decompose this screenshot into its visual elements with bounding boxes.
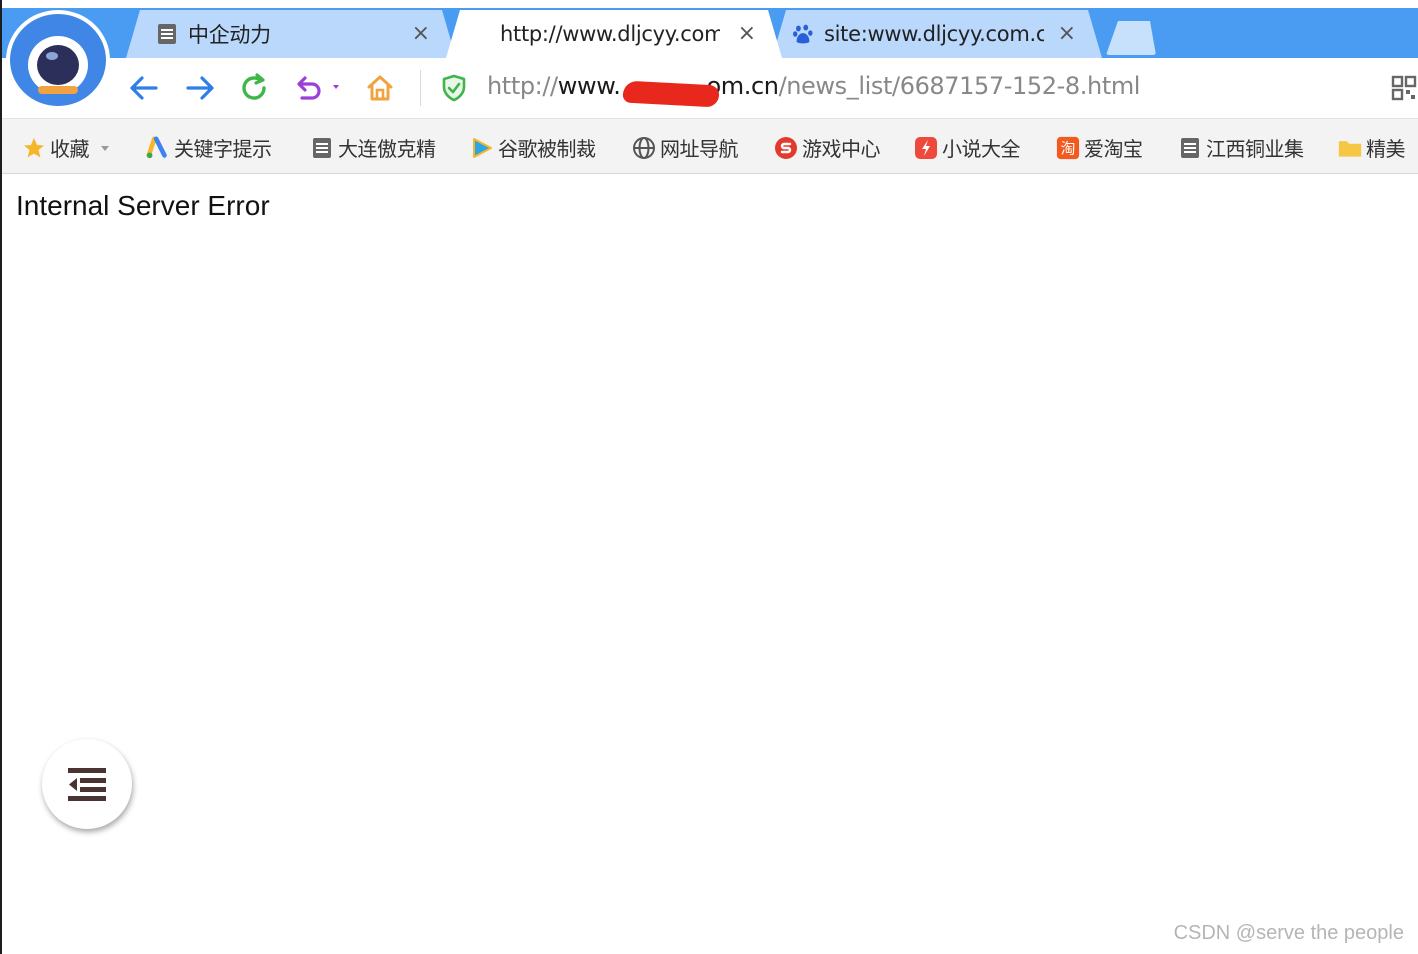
home-icon: [367, 75, 393, 101]
bookmark-favorites[interactable]: 收藏: [22, 133, 111, 162]
bookmark-dalian[interactable]: 大连傲克精: [310, 133, 436, 162]
toolbar-separator: [420, 70, 421, 106]
bookmark-jiangxi-copper[interactable]: 江西铜业集: [1178, 133, 1304, 162]
window-top-edge: [0, 0, 1418, 8]
play-icon: [470, 136, 494, 160]
arrow-left-icon: [130, 76, 158, 100]
tab-strip: 中企动力 × site:www.dljcyy.com.cn × http://w…: [0, 8, 1418, 58]
undo-icon: [297, 76, 339, 100]
google-ads-icon: [146, 135, 170, 160]
qr-code-button[interactable]: [1390, 70, 1418, 106]
game-icon: [774, 136, 798, 160]
watermark: CSDN @serve the people: [1173, 922, 1404, 944]
forward-button[interactable]: [182, 70, 218, 106]
bookmark-ai-taobao[interactable]: 淘 爱淘宝: [1056, 133, 1143, 162]
bookmark-game-center[interactable]: 游戏中心: [774, 133, 881, 162]
security-shield-button[interactable]: [436, 70, 472, 106]
tab-title: 中企动力: [188, 23, 271, 47]
taobao-icon: 淘: [1056, 136, 1080, 160]
folder-icon: [1338, 136, 1362, 160]
page-icon: [1178, 136, 1202, 160]
tab-zhongqi[interactable]: 中企动力 ×: [126, 10, 456, 58]
reload-icon: [242, 73, 266, 100]
bookmark-folder[interactable]: 精美: [1338, 133, 1406, 162]
back-button[interactable]: [126, 70, 162, 106]
tab-title: http://www.dljcyy.com.: [500, 22, 720, 46]
undo-close-tab-button[interactable]: [292, 70, 344, 106]
bookmark-novels[interactable]: 小说大全: [914, 133, 1021, 162]
globe-icon: [632, 136, 656, 160]
reload-button[interactable]: [236, 70, 272, 106]
bookmark-google-sanctioned[interactable]: 谷歌被制裁: [470, 133, 596, 162]
star-icon: [22, 136, 46, 160]
qr-code-icon: [1391, 75, 1417, 101]
tab-close-icon[interactable]: ×: [412, 22, 430, 46]
tab-close-icon[interactable]: ×: [1058, 22, 1076, 46]
svg-text:淘: 淘: [1061, 140, 1076, 157]
new-tab-button[interactable]: [1106, 21, 1156, 55]
shield-check-icon: [442, 74, 466, 102]
floating-menu-button[interactable]: [42, 739, 132, 829]
window-left-edge: [0, 0, 2, 954]
chevron-down-icon[interactable]: [99, 138, 111, 157]
page-icon: [156, 23, 178, 45]
arrow-right-icon: [186, 76, 214, 100]
tab-baidu-site[interactable]: site:www.dljcyy.com.cn ×: [772, 10, 1102, 58]
bookmark-keyword-hint[interactable]: 关键字提示: [146, 133, 272, 162]
bookmarks-bar: 收藏 关键字提示 大连傲克精 谷歌被制裁 网址导航 游戏中心 小说大全 淘 爱淘…: [0, 118, 1418, 174]
browser-logo-icon[interactable]: [10, 14, 106, 106]
address-bar-url[interactable]: http://www. om.cn/news_list/6687157-152-8…: [487, 72, 1140, 100]
tab-active-dljcyy[interactable]: http://www.dljcyy.com. ×: [446, 10, 782, 58]
menu-collapse-icon: [68, 768, 106, 801]
error-message: Internal Server Error: [16, 190, 270, 221]
page-icon: [310, 136, 334, 160]
browser-window: 中企动力 × site:www.dljcyy.com.cn × http://w…: [0, 0, 1418, 954]
tab-close-icon[interactable]: ×: [738, 22, 756, 46]
bookmark-url-nav[interactable]: 网址导航: [632, 133, 739, 162]
tab-title: site:www.dljcyy.com.cn: [824, 22, 1044, 46]
baidu-paw-icon: [792, 23, 814, 45]
novel-icon: [914, 136, 938, 160]
home-button[interactable]: [362, 70, 398, 106]
